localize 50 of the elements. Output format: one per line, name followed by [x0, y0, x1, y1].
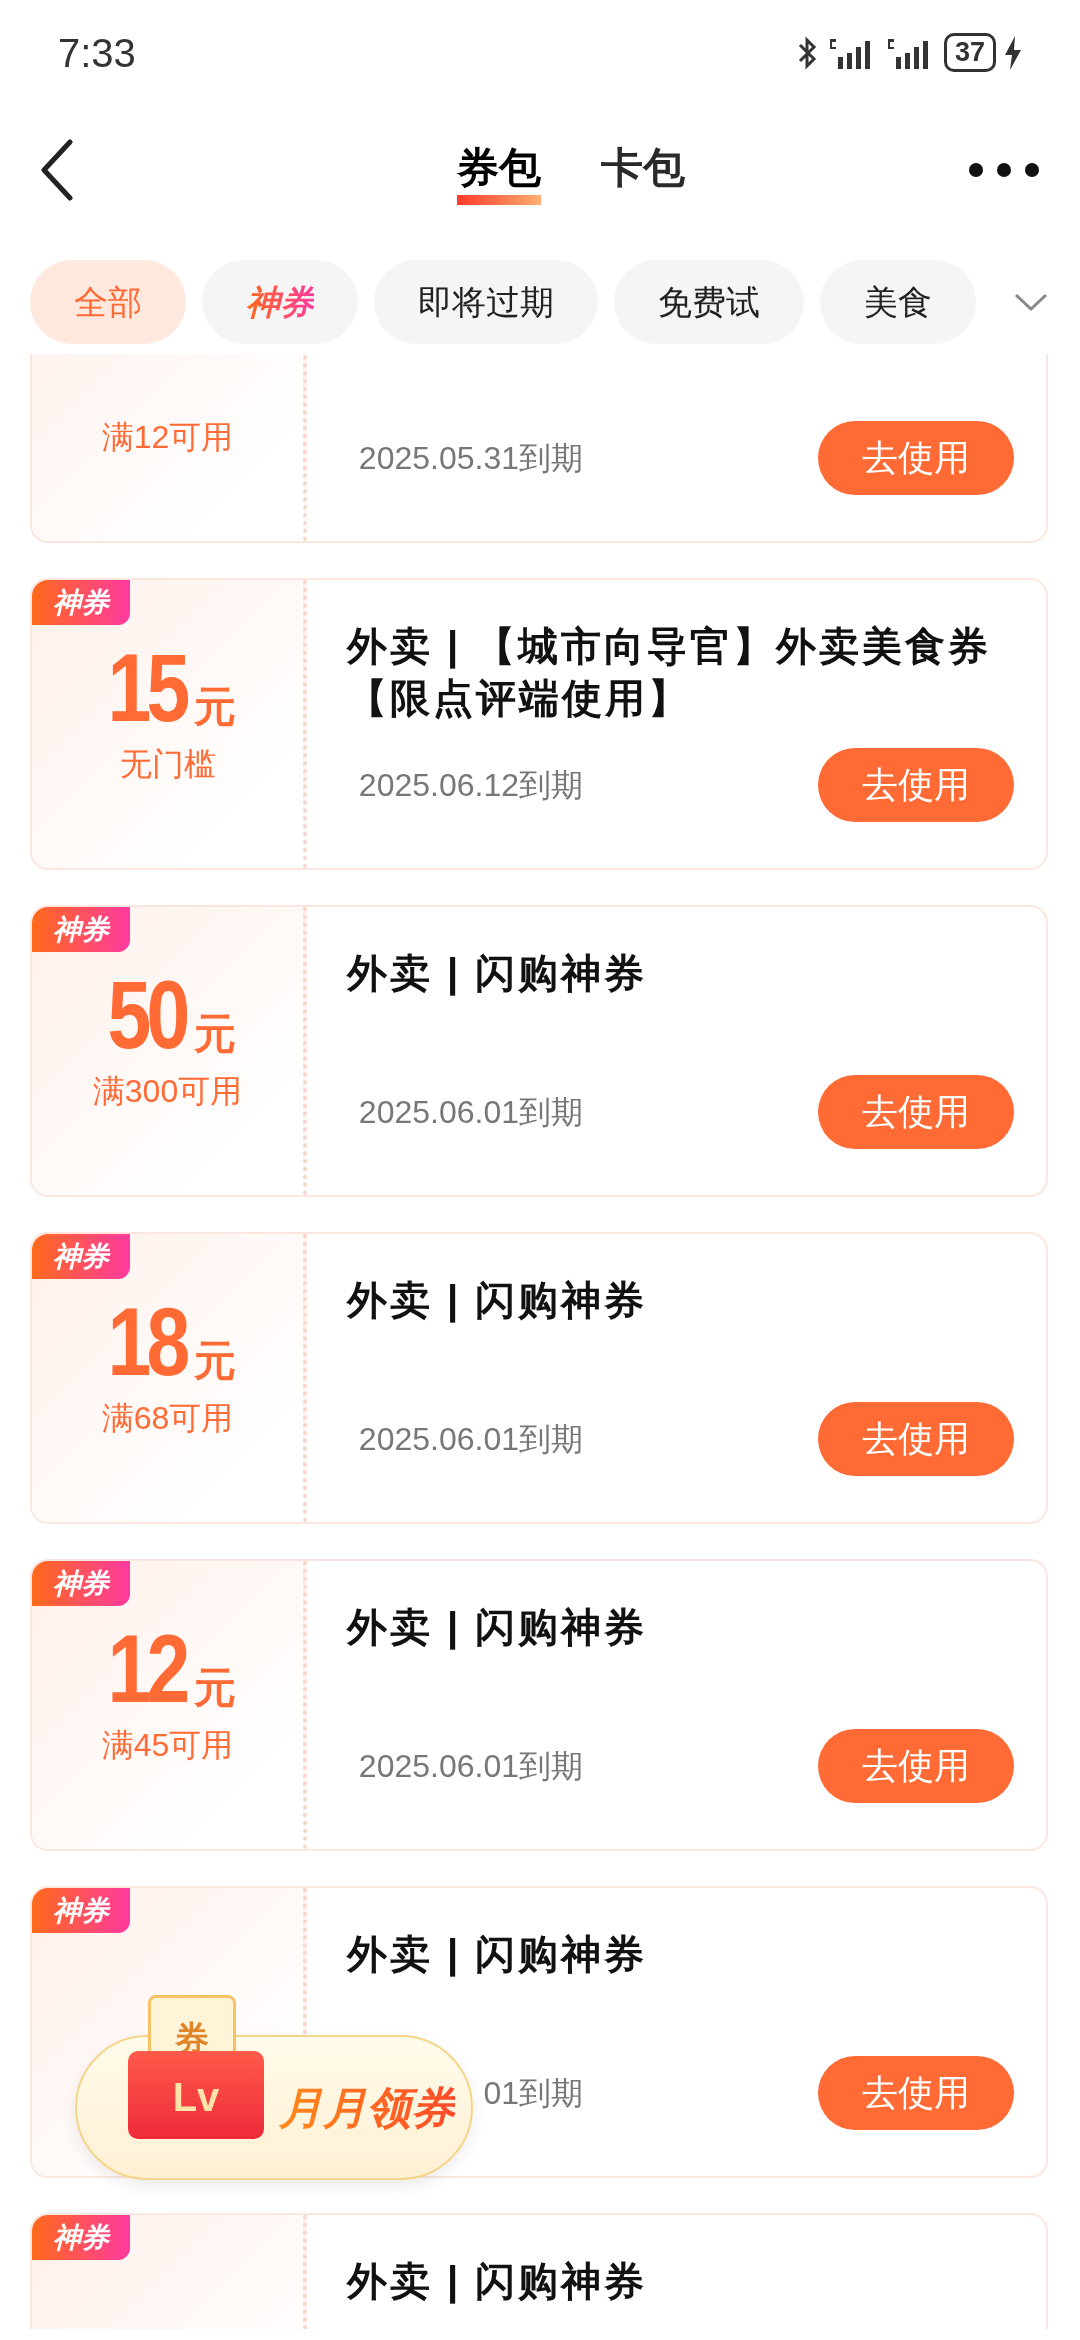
coupon-title: 外卖 | 闪购神券: [347, 1277, 649, 1325]
envelope-label: Lv: [128, 2051, 264, 2139]
coupon-amount: 15: [107, 640, 186, 736]
more-icon[interactable]: [968, 162, 1040, 178]
currency-unit: 元: [193, 1663, 236, 1713]
filter-chip[interactable]: 即将过期: [374, 260, 598, 344]
use-button[interactable]: 去使用: [818, 1402, 1014, 1476]
filter-chip[interactable]: 美食: [820, 260, 976, 344]
use-button[interactable]: 去使用: [818, 748, 1014, 822]
coupon-title: 外卖 | 闪购神券: [347, 950, 649, 998]
expiry-date: 01到期: [483, 2074, 583, 2113]
coupon-amount: 50: [107, 967, 186, 1063]
charging-icon: [1004, 35, 1022, 70]
usage-condition: 满300可用: [92, 1072, 243, 1111]
coupon-tag: 神券: [32, 1561, 130, 1606]
expiry-date: 2025.06.01到期: [358, 1420, 583, 1459]
back-icon[interactable]: [40, 139, 74, 201]
chevron-down-icon[interactable]: [1014, 292, 1048, 312]
tab[interactable]: 卡包: [601, 135, 685, 205]
use-button[interactable]: 去使用: [818, 2056, 1014, 2130]
use-button[interactable]: 去使用: [818, 1075, 1014, 1149]
currency-unit: 元: [193, 1009, 236, 1059]
expiry-date: 2025.05.31到期: [358, 439, 583, 478]
filter-chip[interactable]: 免费试: [614, 260, 804, 344]
expiry-date: 2025.06.01到期: [358, 1747, 583, 1786]
coupon-amount: 18: [107, 1294, 186, 1390]
filter-chip[interactable]: 全部: [30, 260, 186, 344]
currency-unit: 元: [193, 1336, 236, 1386]
filter-chip[interactable]: 神券: [202, 260, 358, 344]
expiry-date: 2025.06.12到期: [358, 766, 583, 805]
coupon-title: 外卖 | 闪购神券: [347, 2258, 649, 2306]
expiry-date: 2025.06.01到期: [358, 1093, 583, 1132]
currency-unit: 元: [193, 682, 236, 732]
usage-condition: 满68可用: [101, 1399, 234, 1438]
coupon-tag: 神券: [32, 1234, 130, 1279]
battery-indicator: 37: [943, 33, 996, 72]
usage-condition: 无门槛: [119, 745, 216, 784]
use-button[interactable]: 去使用: [818, 421, 1014, 495]
usage-condition: 满12可用: [101, 418, 234, 457]
coupon-tag: 神券: [32, 580, 130, 625]
coupon-title: 外卖 | 闪购神券: [347, 1931, 649, 1979]
coupon-tag: 神券: [32, 907, 130, 952]
coupon-title: 外卖 | 【城市向导官】外卖美食券【限点评端使用】: [347, 623, 993, 722]
coupon-tag: 神券: [32, 2215, 130, 2260]
usage-condition: 满45可用: [101, 1726, 234, 1765]
status-time: 7:33: [58, 29, 136, 77]
coupon-tag: 神券: [32, 1888, 130, 1933]
coupon-title: 外卖 | 闪购神券: [347, 1604, 649, 1652]
coupon-amount: 12: [107, 1621, 186, 1717]
use-button[interactable]: 去使用: [818, 1729, 1014, 1803]
